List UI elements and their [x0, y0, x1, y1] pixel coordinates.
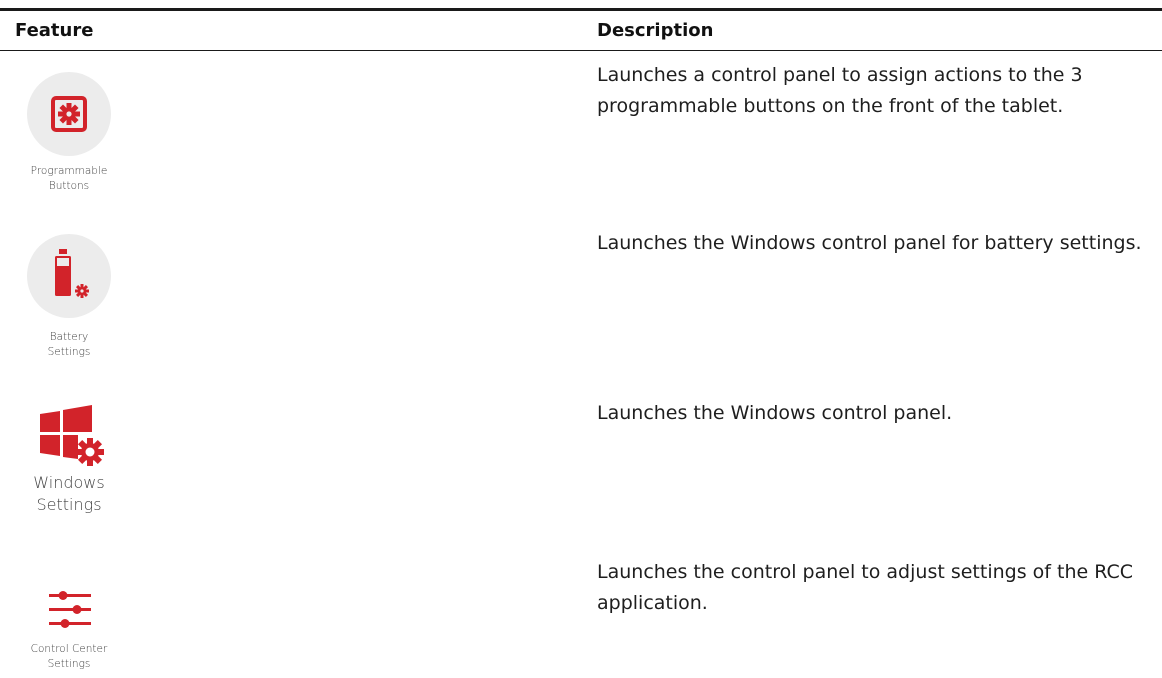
battery-settings-icon	[27, 234, 111, 318]
windows-settings-icon	[40, 405, 104, 466]
caption-line: Control Center	[30, 643, 108, 655]
row-description: Launches a control panel to assign actio…	[597, 64, 1083, 117]
programmable-buttons-icon	[27, 72, 111, 156]
programmable-buttons-caption: Programmable Buttons	[4, 164, 134, 194]
control-center-settings-caption: Control Center Settings	[4, 642, 134, 672]
caption-line: Battery	[49, 331, 89, 343]
caption-line: Settings	[47, 346, 91, 358]
feature-column-header: Feature	[15, 20, 94, 41]
windows-settings-caption: Windows Settings	[4, 472, 134, 516]
row-description: Launches the Windows control panel.	[597, 402, 953, 424]
caption-line: Buttons	[48, 180, 90, 192]
row-description: Launches the control panel to adjust set…	[597, 561, 1133, 614]
table-header: Feature Description	[0, 8, 1162, 51]
caption-line: Settings	[47, 658, 91, 670]
caption-line: Windows	[33, 473, 105, 492]
battery-settings-caption: Battery Settings	[4, 330, 134, 360]
caption-line: Settings	[36, 495, 102, 514]
row-description: Launches the Windows control panel for b…	[597, 232, 1142, 254]
caption-line: Programmable	[30, 165, 108, 177]
control-center-settings-icon	[49, 591, 91, 628]
description-column-header: Description	[597, 20, 714, 41]
